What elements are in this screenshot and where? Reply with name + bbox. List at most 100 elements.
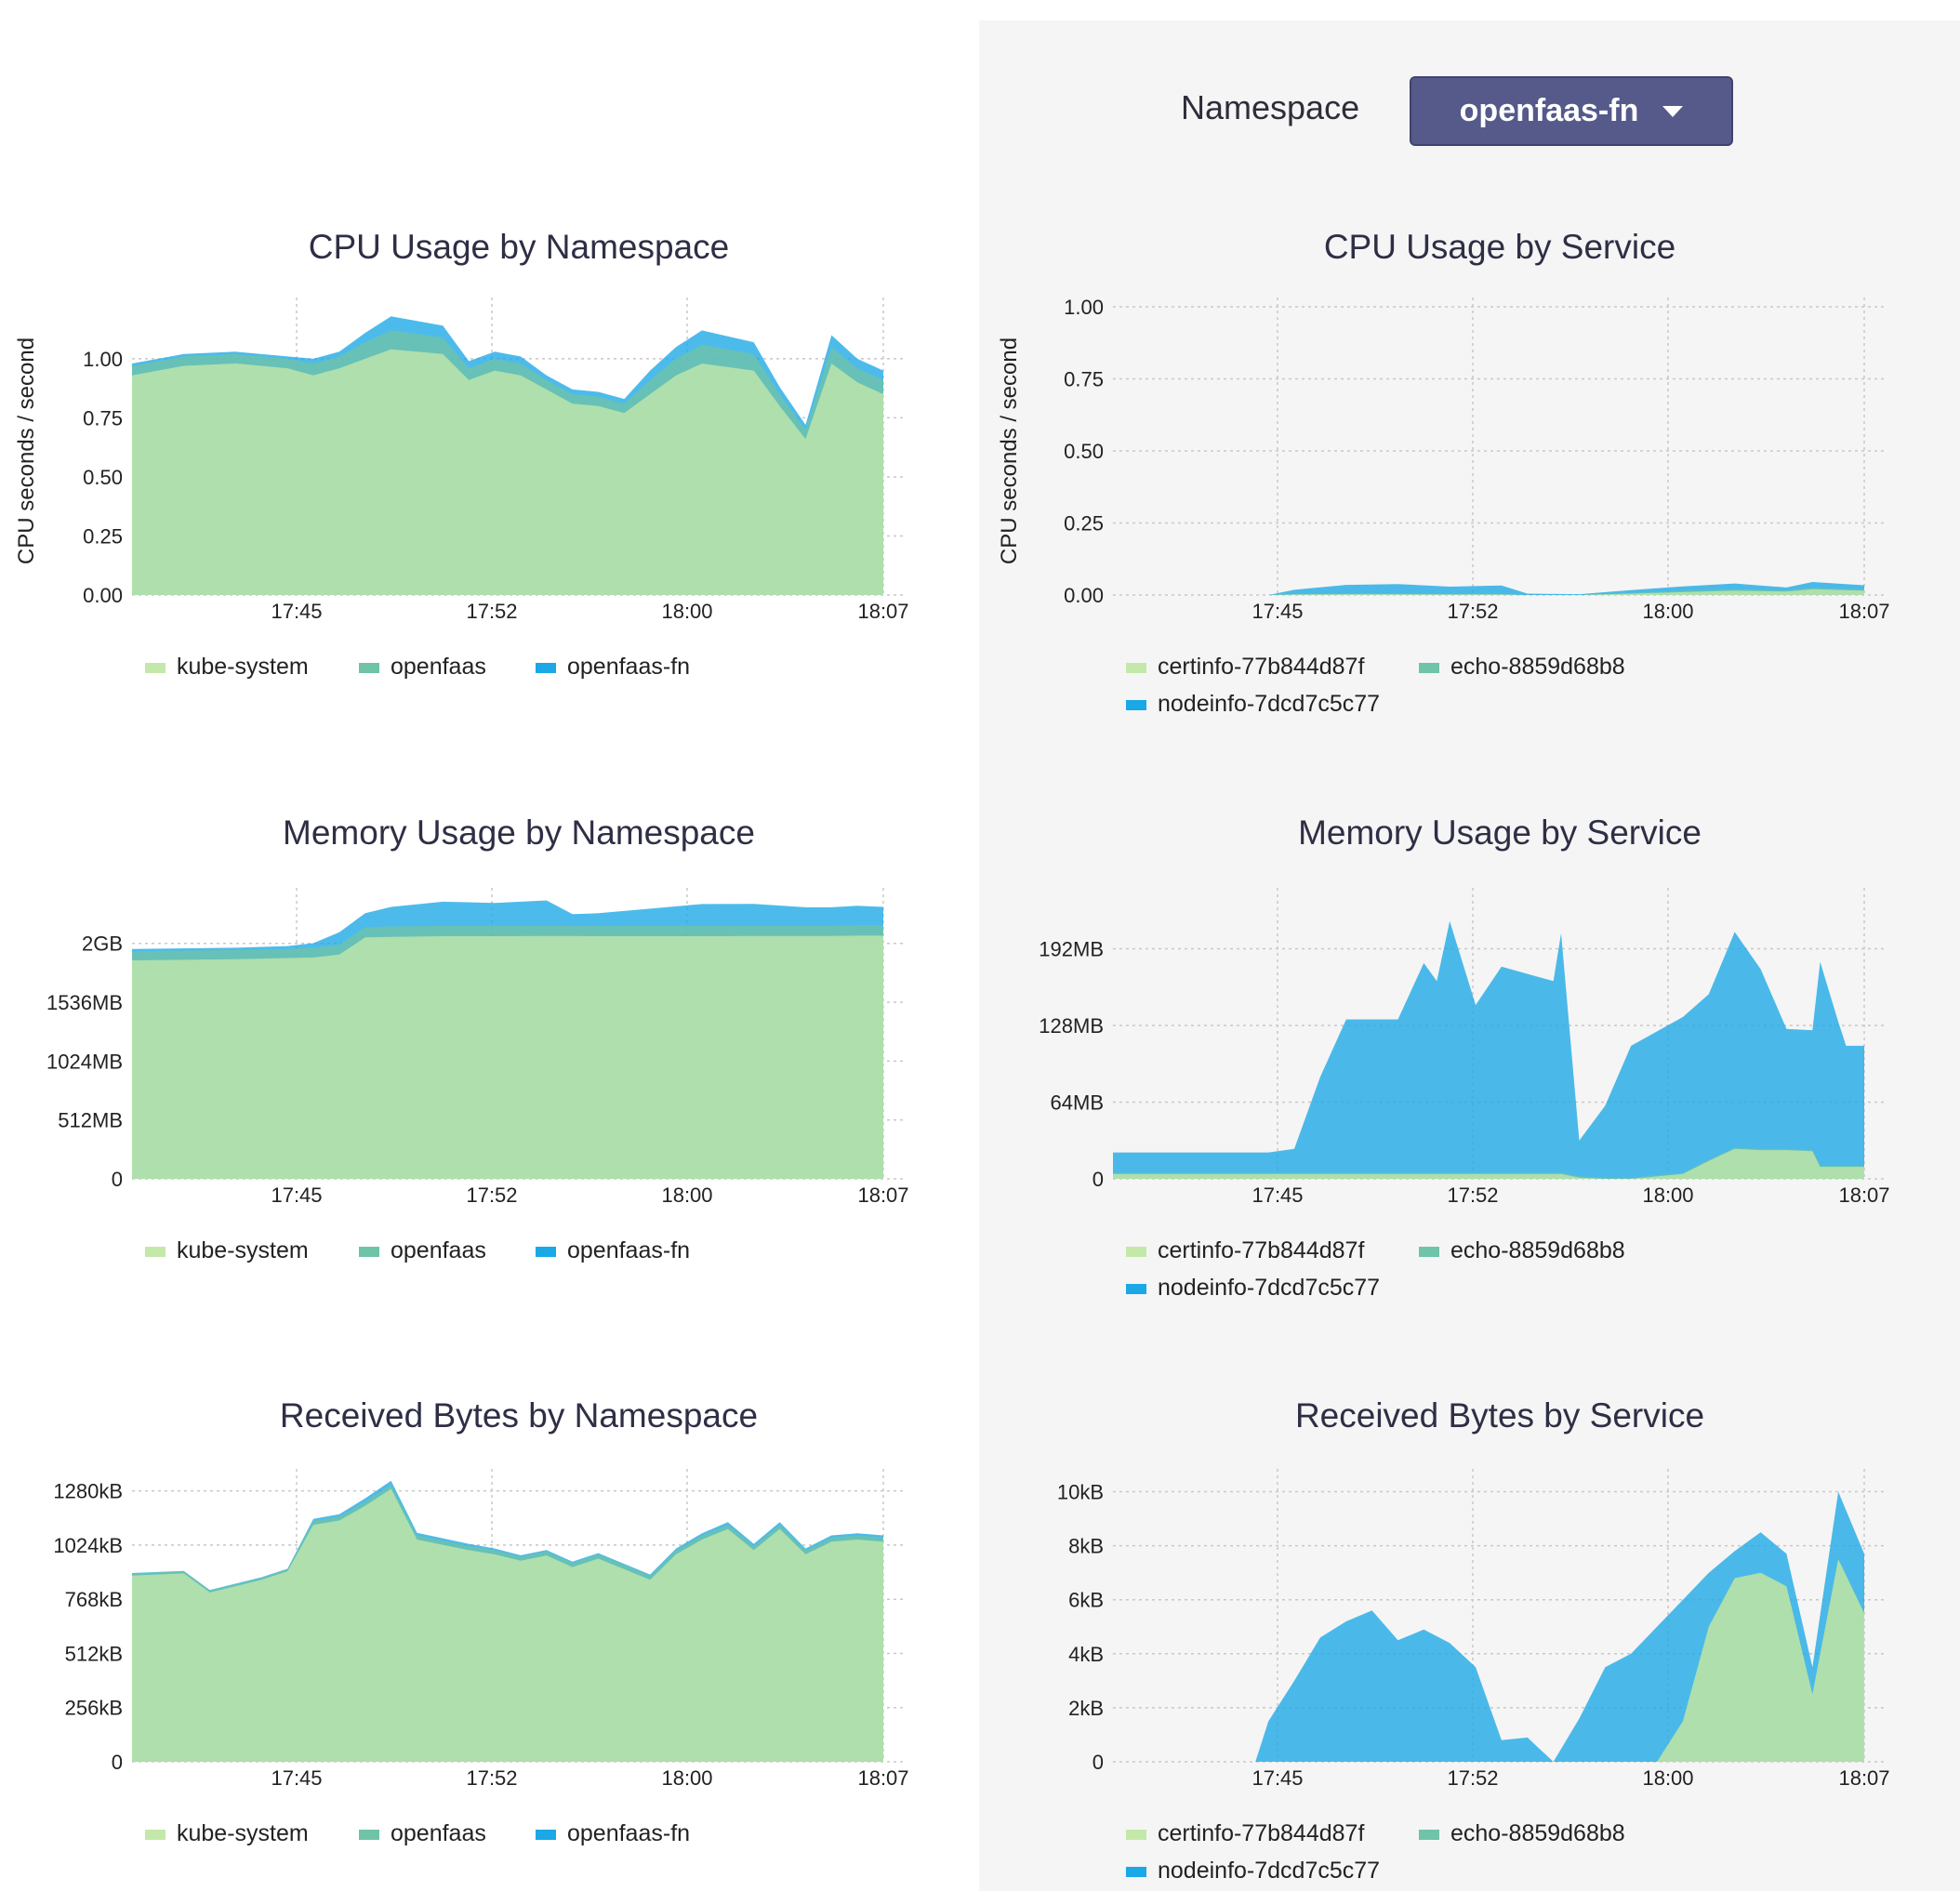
x-tick-label: 18:00 (1642, 600, 1693, 623)
legend-label[interactable]: certinfo-77b844d87f (1158, 1820, 1364, 1846)
legend-label[interactable]: echo-8859d68b8 (1450, 1237, 1625, 1263)
y-tick-label: 0 (112, 1751, 123, 1774)
y-tick-label: 0 (112, 1168, 123, 1191)
x-tick-label: 18:07 (857, 1766, 908, 1790)
y-tick-label: 10kB (1057, 1481, 1104, 1504)
series-area-kube-system (132, 1488, 883, 1762)
x-tick-label: 17:45 (1251, 600, 1303, 623)
legend-label[interactable]: certinfo-77b844d87f (1158, 1237, 1364, 1263)
y-tick-label: 192MB (1039, 937, 1104, 960)
cpu-svc-title: CPU Usage by Service (1324, 228, 1675, 266)
x-tick-label: 18:00 (1642, 1766, 1693, 1790)
x-tick-label: 17:45 (271, 1184, 322, 1207)
legend-label[interactable]: openfaas (391, 1237, 486, 1263)
legend-label[interactable]: openfaas-fn (567, 1820, 690, 1846)
x-tick-label: 17:45 (271, 1766, 322, 1790)
legend-label[interactable]: nodeinfo-7dcd7c5c77 (1158, 1275, 1380, 1301)
legend-swatch (359, 1247, 379, 1257)
series-area-kube-system (132, 935, 883, 1179)
legend-swatch (1126, 1867, 1146, 1877)
y-tick-label: 1.00 (83, 348, 123, 371)
y-tick-label: 128MB (1039, 1014, 1104, 1038)
mem-svc-title: Memory Usage by Service (1298, 813, 1702, 852)
legend-swatch (145, 663, 166, 673)
x-tick-label: 17:45 (271, 600, 322, 623)
legend-label[interactable]: openfaas-fn (567, 654, 690, 680)
legend-swatch (145, 1830, 166, 1840)
y-tick-label: 1024MB (46, 1050, 123, 1073)
y-tick-label: 0.75 (83, 406, 123, 430)
x-tick-label: 18:07 (857, 1184, 908, 1207)
x-tick-label: 18:07 (1838, 1766, 1889, 1790)
y-tick-label: 0 (1093, 1168, 1104, 1191)
y-tick-label: 1.00 (1064, 296, 1104, 319)
y-tick-label: 4kB (1068, 1643, 1104, 1666)
legend-swatch (536, 1247, 556, 1257)
y-tick-label: 2GB (82, 932, 123, 956)
x-tick-label: 18:00 (661, 1184, 712, 1207)
x-tick-label: 17:52 (1447, 600, 1498, 623)
rx-svc-title: Received Bytes by Service (1295, 1396, 1704, 1435)
x-tick-label: 18:00 (661, 600, 712, 623)
mem-ns-chart: Memory Usage by Namespace 0 512MB 1024MB 153… (46, 813, 908, 1263)
legend-label[interactable]: echo-8859d68b8 (1450, 654, 1625, 680)
legend-label[interactable]: openfaas-fn (567, 1237, 690, 1263)
legend-label[interactable]: kube-system (177, 1237, 309, 1263)
x-tick-label: 18:07 (857, 600, 908, 623)
legend-label[interactable]: nodeinfo-7dcd7c5c77 (1158, 1858, 1380, 1884)
x-tick-label: 18:00 (661, 1766, 712, 1790)
charts-canvas: CPU Usage by Namespace CPU seconds / seco… (14, 228, 1890, 1884)
x-tick-label: 17:52 (466, 1766, 517, 1790)
legend-label[interactable]: openfaas (391, 1820, 486, 1846)
legend-label[interactable]: openfaas (391, 654, 486, 680)
x-tick-label: 17:52 (1447, 1766, 1498, 1790)
y-tick-label: 0.50 (1064, 440, 1104, 463)
legend-swatch (1126, 1830, 1146, 1840)
y-tick-label: 0.75 (1064, 368, 1104, 391)
legend-swatch (1126, 700, 1146, 710)
y-tick-label: 512MB (58, 1109, 123, 1132)
legend-swatch (145, 1247, 166, 1257)
y-tick-label: 64MB (1051, 1091, 1104, 1114)
rx-ns-title: Received Bytes by Namespace (280, 1396, 758, 1435)
y-tick-label: 0.50 (83, 466, 123, 489)
rx-ns-chart: Received Bytes by Namespace 0 256kB 512kB 76… (53, 1396, 908, 1846)
legend-swatch (536, 663, 556, 673)
series-area-nodeinfo-7dcd7c5c77 (1113, 920, 1864, 1179)
legend-swatch (536, 1830, 556, 1840)
cpu-svc-ylabel: CPU seconds / second (997, 337, 1022, 564)
legend-swatch (359, 1830, 379, 1840)
legend-label[interactable]: kube-system (177, 654, 309, 680)
legend-swatch (1126, 663, 1146, 673)
x-tick-label: 18:07 (1838, 600, 1889, 623)
cpu-ns-title: CPU Usage by Namespace (309, 228, 729, 266)
legend-swatch (1419, 1247, 1439, 1257)
legend-swatch (1126, 1247, 1146, 1257)
x-tick-label: 17:45 (1251, 1766, 1303, 1790)
x-tick-label: 18:07 (1838, 1184, 1889, 1207)
mem-svc-chart: Memory Usage by Service 0 64MB 128MB 192MB 17… (1039, 813, 1889, 1301)
x-tick-label: 17:45 (1251, 1184, 1303, 1207)
legend-label[interactable]: certinfo-77b844d87f (1158, 654, 1364, 680)
cpu-ns-ylabel: CPU seconds / second (14, 337, 39, 564)
rx-svc-chart: Received Bytes by Service 0 2kB 4kB 6kB 8kB 10… (1057, 1396, 1890, 1884)
legend-label[interactable]: nodeinfo-7dcd7c5c77 (1158, 691, 1380, 717)
legend-label[interactable]: echo-8859d68b8 (1450, 1820, 1625, 1846)
y-tick-label: 1024kB (53, 1534, 123, 1557)
x-tick-label: 18:00 (1642, 1184, 1693, 1207)
y-tick-label: 256kB (65, 1697, 123, 1720)
mem-ns-title: Memory Usage by Namespace (283, 813, 755, 852)
y-tick-label: 6kB (1068, 1589, 1104, 1612)
cpu-svc-chart: CPU Usage by Service CPU seconds / second… (997, 228, 1890, 717)
y-tick-label: 0.25 (1064, 512, 1104, 536)
legend-swatch (359, 663, 379, 673)
y-tick-label: 2kB (1068, 1697, 1104, 1720)
legend-label[interactable]: kube-system (177, 1820, 309, 1846)
y-tick-label: 0.25 (83, 524, 123, 548)
y-tick-label: 0.00 (1064, 584, 1104, 607)
y-tick-label: 0.00 (83, 584, 123, 607)
y-tick-label: 768kB (65, 1588, 123, 1611)
x-tick-label: 17:52 (466, 600, 517, 623)
legend-swatch (1126, 1284, 1146, 1294)
x-tick-label: 17:52 (1447, 1184, 1498, 1207)
